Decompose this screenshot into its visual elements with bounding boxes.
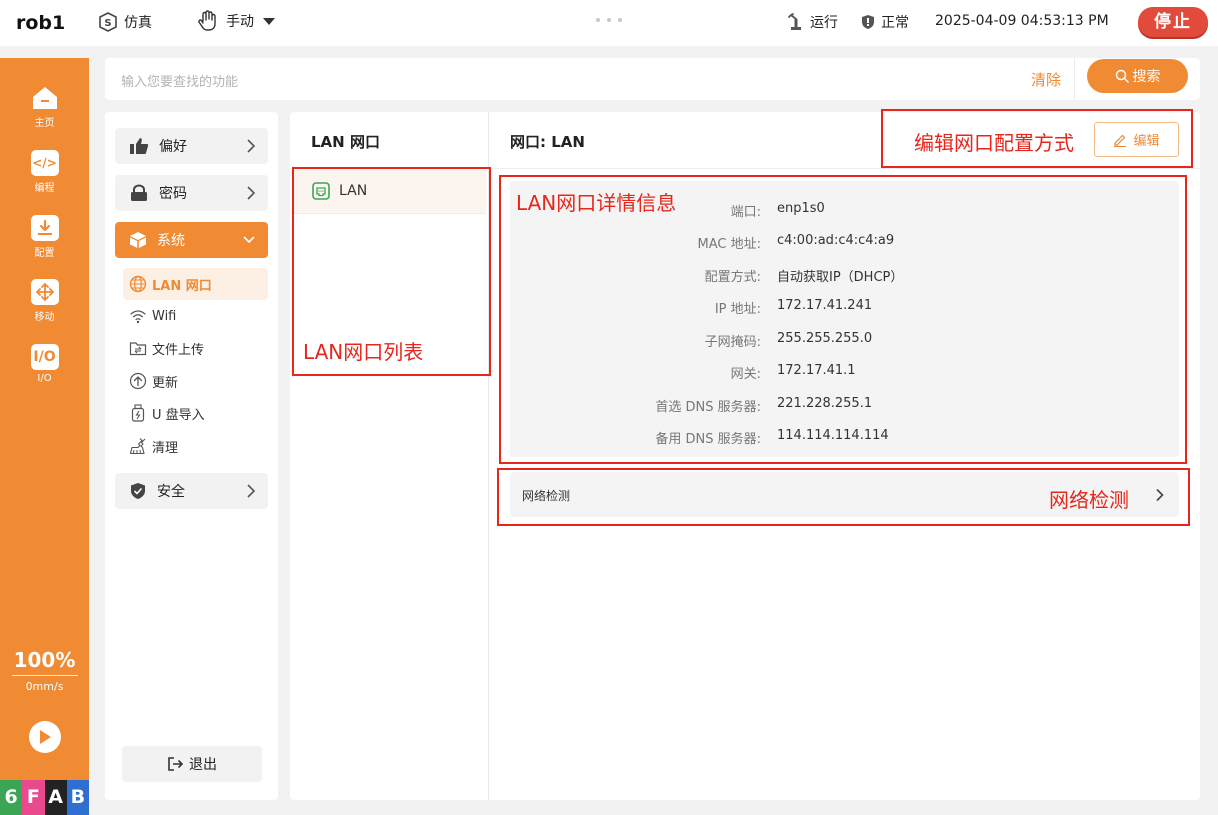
mode-dropdown[interactable]: 手动 — [196, 9, 282, 33]
svg-text:S: S — [104, 18, 111, 29]
mode-label: 手动 — [226, 14, 254, 30]
move-icon — [30, 279, 59, 305]
play-icon — [40, 730, 51, 744]
lan-list-title: LAN 网口 — [311, 133, 380, 151]
search-divider — [1074, 58, 1075, 100]
clear-button[interactable]: 清除 — [1031, 69, 1061, 90]
menu-group-system[interactable]: 系统 — [115, 222, 268, 258]
brand-logo: 6 F A B — [0, 780, 89, 815]
submenu-item-update[interactable]: 更新 — [123, 365, 268, 397]
rail-label-io: I/O — [37, 373, 52, 384]
rail-label-program: 编程 — [34, 183, 55, 194]
rail-item-io[interactable]: I/O I/O — [0, 344, 89, 384]
simulation-label: 仿真 — [124, 15, 152, 31]
logout-icon — [168, 757, 183, 771]
rail-item-config[interactable]: 配置 — [0, 215, 89, 259]
rail-label-home: 主页 — [34, 118, 55, 129]
annotation-net-check: 网络检测 — [1049, 488, 1129, 512]
upload-circle-icon — [129, 372, 147, 390]
shield-icon — [129, 482, 147, 500]
submenu-label: 清理 — [152, 440, 179, 456]
submenu-label: U 盘导入 — [152, 407, 205, 423]
search-icon — [1115, 69, 1129, 83]
cube-icon — [129, 231, 147, 249]
simulation-toggle[interactable]: S 仿真 — [98, 12, 152, 32]
code-icon: </> — [30, 150, 59, 176]
settings-menu: 偏好 密码 系统 LAN 网口 Wifi 文件上传 更新 U 盘导入 清理 安全… — [105, 112, 278, 800]
submenu-item-file-upload[interactable]: 文件上传 — [123, 332, 268, 364]
wifi-icon — [130, 310, 146, 324]
rail-item-home[interactable]: 主页 — [0, 85, 89, 129]
menu-group-security[interactable]: 安全 — [115, 473, 268, 509]
home-icon — [31, 85, 59, 111]
menu-group-label: 偏好 — [159, 139, 187, 155]
run-status: 运行 — [788, 12, 838, 32]
submenu-item-lan[interactable]: LAN 网口 — [123, 268, 268, 300]
health-status-label: 正常 — [881, 15, 909, 31]
lock-icon — [129, 184, 149, 202]
menu-group-label: 系统 — [157, 233, 185, 249]
config-icon — [30, 215, 59, 241]
search-input[interactable]: 输入您要查找的功能 — [121, 71, 238, 90]
submenu-label: 文件上传 — [152, 342, 205, 358]
health-status: 正常 — [861, 12, 909, 32]
rail-item-program[interactable]: </> 编程 — [0, 150, 89, 194]
logo-letter-2: F — [22, 780, 45, 815]
submenu-label: 更新 — [152, 375, 179, 391]
chevron-right-icon — [247, 484, 256, 498]
menu-group-password[interactable]: 密码 — [115, 175, 268, 211]
submenu-label: LAN 网口 — [152, 278, 212, 294]
play-button[interactable] — [29, 721, 61, 753]
left-nav-rail: 主页 </> 编程 配置 移动 I/O I/O 100% 0mm/s 6 F A… — [0, 58, 89, 815]
speed-value: 0mm/s — [25, 680, 64, 693]
logo-letter-1: 6 — [0, 780, 23, 815]
chevron-right-icon — [247, 139, 256, 153]
submenu-item-cleanup[interactable]: 清理 — [123, 430, 268, 462]
annotation-list: LAN网口列表 — [303, 340, 424, 364]
annotation-edit-config: 编辑网口配置方式 — [914, 131, 1074, 155]
folder-upload-icon — [129, 342, 147, 356]
top-bar: rob1 S 仿真 手动 运行 正常 2025-04-09 04:53:13 P… — [0, 0, 1218, 46]
drag-handle[interactable] — [596, 18, 622, 24]
logout-label: 退出 — [189, 757, 217, 773]
annotation-box-details — [499, 175, 1187, 464]
rail-label-move: 移动 — [34, 312, 55, 323]
chevron-right-icon — [247, 186, 256, 200]
search-bar: 输入您要查找的功能 清除 搜索 — [105, 58, 1200, 100]
caret-down-icon — [263, 18, 275, 25]
annotation-details: LAN网口详情信息 — [516, 191, 677, 215]
usb-icon — [131, 404, 145, 422]
rail-label-config: 配置 — [34, 248, 55, 259]
submenu-label: Wifi — [152, 308, 177, 324]
brush-icon — [129, 438, 146, 455]
io-icon: I/O — [30, 344, 59, 370]
submenu-item-usb-import[interactable]: U 盘导入 — [123, 397, 268, 429]
port-detail-title: 网口: LAN — [510, 133, 585, 151]
thumbs-up-icon — [129, 137, 149, 155]
speed-percent[interactable]: 100% — [0, 648, 89, 672]
shield-status-icon — [862, 15, 874, 29]
hand-icon — [198, 10, 216, 31]
speed-divider — [12, 675, 78, 676]
search-button[interactable]: 搜索 — [1087, 59, 1188, 93]
datetime: 2025-04-09 04:53:13 PM — [935, 13, 1109, 29]
globe-icon — [129, 275, 147, 293]
logout-button[interactable]: 退出 — [122, 746, 262, 782]
logo-letter-4: B — [66, 780, 89, 815]
robot-arm-icon — [788, 13, 801, 30]
menu-group-preferences[interactable]: 偏好 — [115, 128, 268, 164]
simulation-icon: S — [99, 12, 117, 32]
run-status-label: 运行 — [810, 15, 838, 31]
rail-item-move[interactable]: 移动 — [0, 279, 89, 323]
robot-name[interactable]: rob1 — [16, 12, 65, 34]
logo-letter-3: A — [44, 780, 67, 815]
divider — [489, 168, 1200, 169]
stop-button[interactable]: 停止 — [1138, 7, 1208, 37]
chevron-down-icon — [243, 236, 255, 244]
menu-group-label: 密码 — [159, 186, 187, 202]
search-button-label: 搜索 — [1132, 69, 1161, 85]
submenu-item-wifi[interactable]: Wifi — [123, 300, 268, 332]
menu-group-label: 安全 — [157, 484, 185, 500]
